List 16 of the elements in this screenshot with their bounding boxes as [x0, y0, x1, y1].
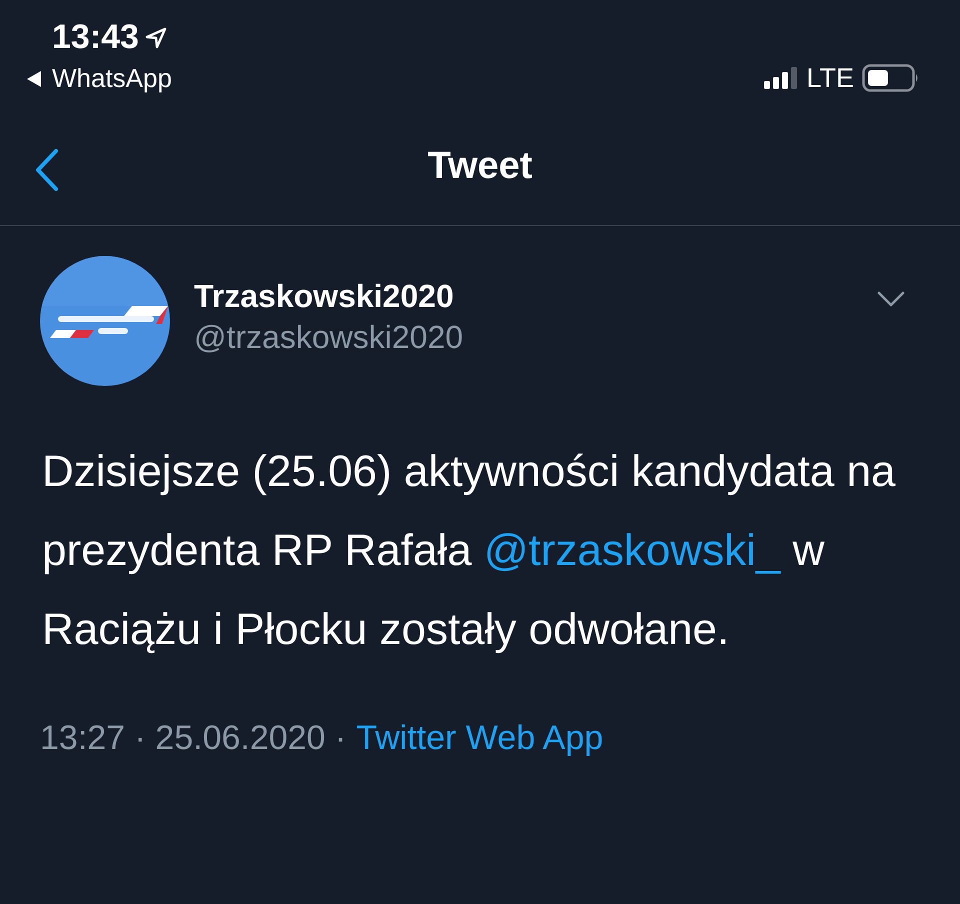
clock-time: 13:43	[52, 18, 139, 57]
source-link[interactable]: Twitter Web App	[356, 719, 604, 758]
author-handle[interactable]: @trzaskowski2020	[194, 319, 852, 356]
more-options-button[interactable]	[876, 290, 906, 308]
back-button[interactable]	[34, 148, 60, 192]
signal-icon	[764, 67, 798, 89]
mention-link[interactable]: @trzaskowski_	[484, 526, 780, 575]
author-name[interactable]: Trzaskowski2020	[194, 278, 852, 315]
tweet-text: Dzisiejsze (25.06) aktywności kandydata na prezydenta RP Rafała @trzaskowski_ w Raciążu i Płocku zostały odwołane.	[42, 446, 897, 656]
back-triangle-icon	[26, 70, 42, 88]
page-title: Tweet	[428, 145, 532, 188]
battery-icon	[862, 64, 920, 92]
tweet-timestamp: 13:27 · 25.06.2020 ·	[40, 719, 346, 758]
back-to-app-link[interactable]: WhatsApp	[26, 63, 172, 94]
location-arrow-icon	[144, 26, 167, 48]
network-label: LTE	[806, 62, 854, 94]
